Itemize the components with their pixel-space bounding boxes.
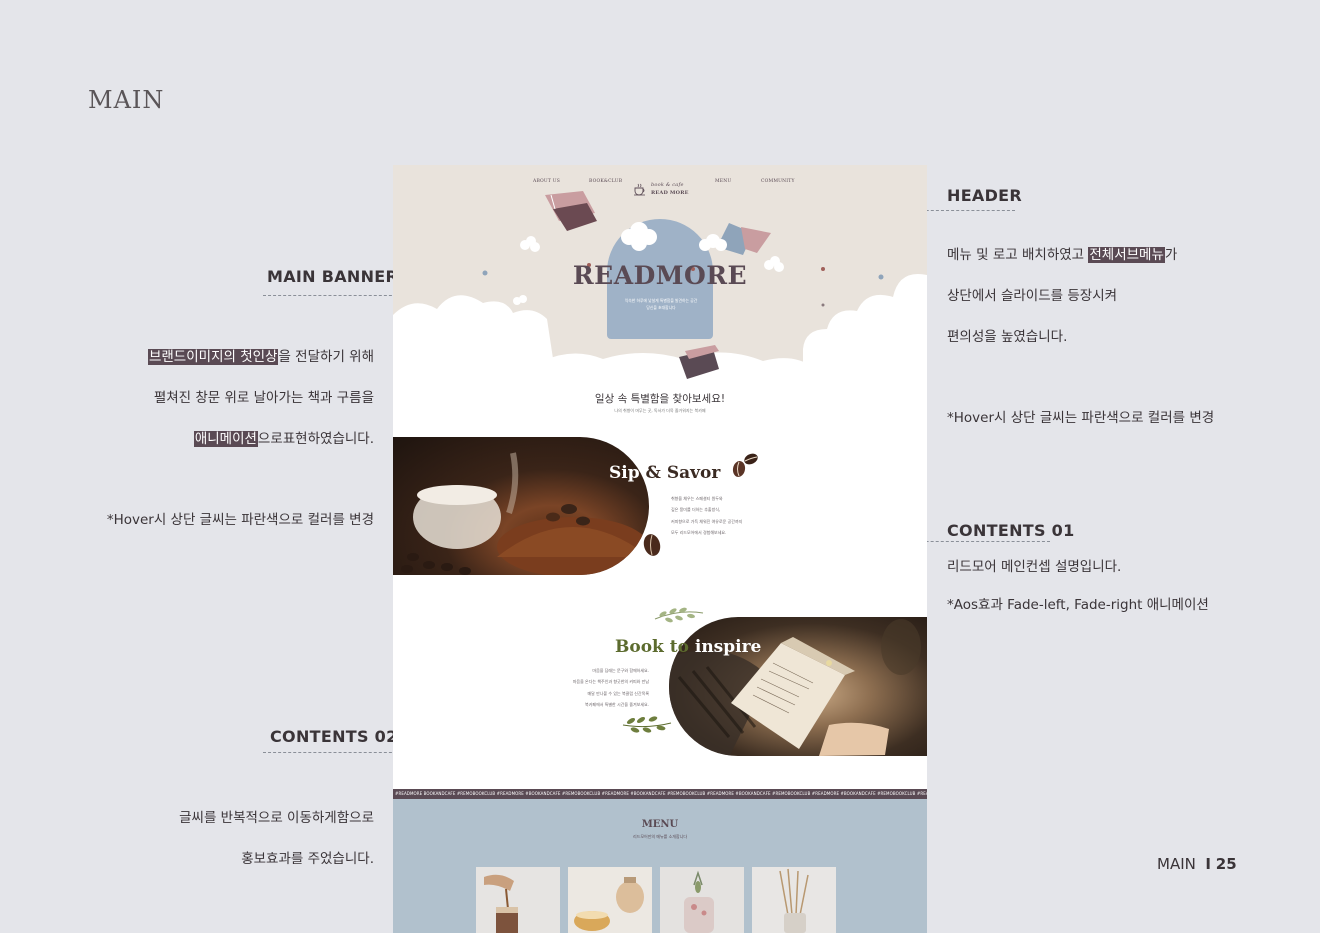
footer-page-number: 25: [1215, 855, 1237, 873]
tagline: 일상 속 특별함을 찾아보세요!: [594, 393, 726, 405]
main-banner-hover-note: *Hover시 상단 글씨는 파란색으로 컬러를 변경: [106, 512, 374, 528]
sip-savor-title: Sip & Savor: [609, 463, 720, 483]
hashtag-marquee: #READMORE BOOKANDCAFE #REMOBOOKCLUB #REA…: [393, 789, 927, 799]
sip-title-white: Sip: [609, 463, 646, 483]
header-line3: 편의성을 높였습니다.: [947, 328, 1068, 345]
menu-card-tea[interactable]: [568, 867, 652, 933]
header-note-body: 메뉴 및 로고 배치하였고 전체서브메뉴가 상단에서 슬라이드를 등장시켜 편의…: [947, 224, 1267, 449]
header-line1: 메뉴 및 로고 배치하였고 전체서브메뉴가: [947, 245, 1267, 266]
contents01-line1: 리드모어 메인컨셉 설명입니다.: [947, 559, 1122, 575]
iced-coffee-image: [476, 867, 560, 933]
main-banner-highlight-1: 브랜드이미지의 첫인상: [147, 348, 279, 365]
coffee-bean-icon: [643, 534, 661, 556]
menu-section-subtitle: 리드모어만의 메뉴를 소개합니다: [632, 834, 688, 839]
menu-card-goods[interactable]: [752, 867, 836, 933]
main-banner-leader-line: [263, 295, 407, 296]
contents02-note-title: CONTENTS 02: [270, 727, 398, 746]
menu-card-drink[interactable]: [476, 867, 560, 933]
book-title-green: Book to: [615, 637, 689, 657]
leaf-branch-icon: [622, 716, 672, 733]
hero-wordmark: READMORE: [572, 261, 748, 290]
leaf-branch-icon: [654, 607, 704, 623]
sip-savor-text: 취향을 채우는 스페셜티 원두와 깊은 풍미를 더하는 추출방식, 커피향으로 …: [671, 496, 743, 535]
contents02-line2: 홍보효과를 주었습니다.: [241, 850, 374, 867]
main-banner-note-body: 브랜드이미지의 첫인상을 전달하기 위해 펼쳐진 창문 위로 날아가는 책과 구…: [60, 326, 374, 551]
main-banner-line2: 펼쳐진 창문 위로 날아가는 책과 구름을: [153, 389, 374, 406]
main-banner-line1: 브랜드이미지의 첫인상을 전달하기 위해: [60, 347, 374, 368]
coffee-bean-icon: [732, 453, 758, 477]
header-highlight: 전체서브메뉴: [1088, 246, 1165, 263]
website-mockup: ABOUT US BOOK&CLUB book & cafe READ MORE…: [393, 165, 927, 933]
herb-drink-image: [660, 867, 744, 933]
contents01-line2: *Aos효과 Fade-left, Fade-right 애니메이션: [947, 597, 1209, 613]
tagline-sub: 나의 취향이 머무는 곳, 독서가 더욱 즐거워지는 북카페: [614, 408, 706, 413]
contents02-note-body: 글씨를 반복적으로 이동하게함으로 홍보효과를 주었습니다.: [60, 787, 374, 890]
hero-subtitle: 익숙한 하루에 낯설게 특별함을 발견하는 공간 당신을 초대합니다: [624, 298, 698, 310]
header-line1-start: 메뉴 및 로고 배치하였고: [947, 246, 1089, 263]
contents01-note-title: CONTENTS 01: [947, 521, 1075, 540]
sip-title-dark: & Savor: [645, 463, 721, 483]
main-banner-note-title: MAIN BANNER: [267, 267, 399, 286]
page-title: MAIN: [88, 86, 165, 114]
diffuser-image: [752, 867, 836, 933]
header-line2: 상단에서 슬라이드를 등장시켜: [947, 287, 1118, 304]
book-title-white: inspire: [688, 637, 762, 657]
menu-card-dessert[interactable]: [660, 867, 744, 933]
marquee-text: #READMORE BOOKANDCAFE #REMOBOOKCLUB #REA…: [395, 791, 927, 796]
main-banner-highlight-2: 애니메이션: [193, 430, 258, 447]
main-banner-line3: 애니메이션으로표현하였습니다.: [60, 429, 374, 450]
hero-banner: ABOUT US BOOK&CLUB book & cafe READ MORE…: [393, 165, 927, 385]
flying-book-left-icon: [545, 191, 597, 231]
footer-divider: I: [1205, 855, 1211, 873]
contents02-line1: 글씨를 반복적으로 이동하게함으로: [179, 809, 374, 826]
header-line1-end: 가: [1164, 246, 1178, 263]
main-banner-line3-rest: 으로표현하였습니다.: [257, 430, 374, 447]
coffee-image: [401, 452, 649, 575]
book-inspire-title: Book to inspire: [615, 637, 761, 657]
header-note-title: HEADER: [947, 186, 1023, 205]
contents02-leader-line: [263, 752, 407, 753]
coffee-photo: [393, 437, 649, 575]
page-footer: MAIN I 25: [1157, 855, 1237, 873]
menu-section-title: MENU: [641, 819, 679, 830]
tea-image: [568, 867, 652, 933]
flying-book-right-icon: [717, 223, 771, 255]
header-hover-note: *Hover시 상단 글씨는 파란색으로 컬러를 변경: [947, 410, 1215, 426]
main-banner-line1-rest: 을 전달하기 위해: [278, 348, 374, 365]
footer-section: MAIN: [1157, 855, 1196, 873]
book-inspire-text: 마음을 담래는 문구와 함께하세요. 마음을 온다는 책주인과 향긋한의 커피와…: [572, 668, 649, 707]
